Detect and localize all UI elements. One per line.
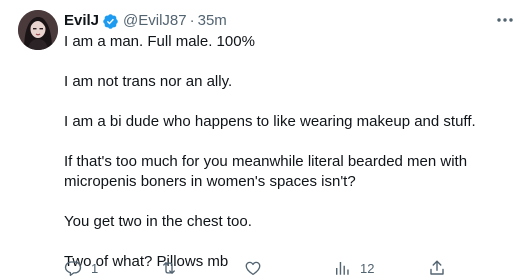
tweet-actions: 1 12 [64,258,456,278]
views-count: 12 [360,260,375,276]
timestamp[interactable]: 35m [198,11,227,31]
reply-count: 1 [91,260,99,276]
tweet-paragraph: If that's too much for you meanwhile lit… [64,153,468,190]
avatar[interactable] [18,10,58,50]
share-icon [430,260,444,275]
tweet-paragraph: I am not trans nor an ally. [64,73,233,90]
separator-dot: · [189,12,195,29]
tweet-paragraph: You get two in the chest too. [64,213,252,230]
reply-button[interactable]: 1 [64,258,98,278]
avatar-image [18,10,58,50]
like-button[interactable] [244,258,271,278]
views-bar-chart-icon [336,262,349,275]
retweet-icon [163,262,175,274]
handle[interactable]: @EvilJ87 [123,11,187,31]
views-button[interactable]: 12 [333,258,374,278]
tweet-paragraph: I am a man. Full male. 100% [64,33,255,50]
heart-icon [245,261,261,276]
reply-icon [64,261,82,276]
tweet[interactable]: EvilJ @EvilJ87 · 35m I am a man. Full ma… [0,0,528,280]
more-dots-icon[interactable] [494,12,516,28]
retweet-button[interactable] [160,258,187,278]
tweet-header: EvilJ @EvilJ87 · 35m [64,11,227,31]
verified-badge-icon [102,13,119,30]
share-button[interactable] [428,258,446,278]
tweet-text: I am a man. Full male. 100% I am not tra… [64,32,524,272]
display-name[interactable]: EvilJ [64,11,99,31]
tweet-paragraph: I am a bi dude who happens to like weari… [64,113,476,130]
